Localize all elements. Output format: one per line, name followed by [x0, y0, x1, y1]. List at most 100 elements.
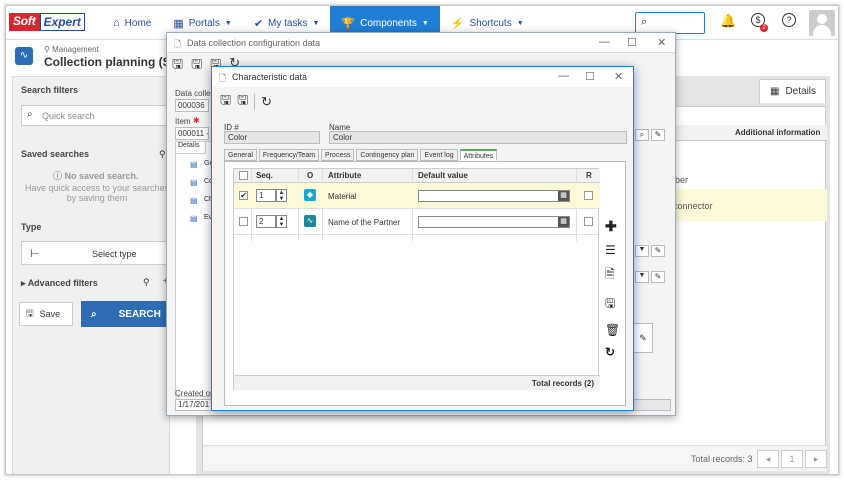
table-row[interactable]: 2 ▲ ▼ ∿ Name of the Partner ▦	[234, 209, 600, 235]
softexpert-logo[interactable]: Soft Expert	[9, 13, 85, 31]
item-field[interactable]: 000011 -	[175, 127, 209, 140]
toolbar-separator	[254, 94, 256, 110]
minimize-button[interactable]: —	[599, 36, 610, 48]
created-on-field[interactable]: 1/17/201	[175, 399, 215, 411]
seq-field[interactable]: 1	[256, 189, 276, 202]
search-button[interactable]: ⌕ SEARCH	[81, 301, 173, 327]
characteristic-data-dialog: 🗋 Characteristic data — ☐ ✕ 🖫 🖫 ↻ ID # C…	[211, 66, 634, 411]
tab-frequency-team[interactable]: Frequency/Team	[258, 149, 320, 161]
column-additional-info[interactable]: Additional information	[735, 128, 820, 137]
select-all-checkbox[interactable]	[239, 171, 248, 180]
broom-icon[interactable]: ⚲	[143, 277, 150, 288]
tab-event-log[interactable]: Event log	[420, 149, 458, 161]
tree-item-icon: ▤	[190, 196, 198, 205]
search-filters-panel: Search filters ⌕ Quick search Saved sear…	[12, 76, 173, 474]
calculator-icon[interactable]: ▦	[558, 217, 569, 227]
tab-process[interactable]: Process	[321, 149, 355, 161]
header-default-value[interactable]: Default value	[418, 171, 468, 180]
select-type-button[interactable]: ⊢ Select type	[21, 241, 169, 265]
tab-general[interactable]: General	[224, 149, 257, 161]
header-attribute[interactable]: Attribute	[328, 171, 361, 180]
clear-icon[interactable]: ✎	[651, 129, 665, 141]
header-r[interactable]: R	[586, 171, 592, 180]
page-title: Collection planning (SP0	[44, 55, 186, 69]
nav-home[interactable]: ⌂ Home	[102, 6, 162, 40]
close-button[interactable]: ✕	[657, 36, 666, 49]
dropdown-arrow-icon[interactable]: ▼	[635, 271, 649, 283]
home-icon: ⌂	[113, 17, 120, 29]
save-icon[interactable]: 🖫	[220, 91, 231, 113]
calculator-icon[interactable]: ▦	[558, 191, 569, 201]
save-new-icon[interactable]: 🖫	[172, 55, 183, 77]
row-checkbox[interactable]	[239, 217, 248, 226]
maximize-button[interactable]: ☐	[585, 70, 595, 83]
clear-icon[interactable]: ✎	[651, 245, 665, 257]
lookup-icon[interactable]: ⌕	[635, 129, 649, 141]
tab-contingency-plan[interactable]: Contingency plan	[356, 149, 419, 161]
logo-soft: Soft	[9, 13, 40, 31]
trophy-icon: 🏆	[341, 17, 356, 30]
row-checkbox-checked[interactable]: ✔	[239, 191, 248, 200]
next-page-button[interactable]: ▸	[805, 450, 827, 468]
table-footer: Total records: 3 ◂ 1 ▸	[203, 445, 827, 471]
breadcrumb[interactable]: ⚲ Management	[44, 45, 99, 54]
default-value-field[interactable]: ▦	[418, 216, 570, 228]
prev-page-button[interactable]: ◂	[757, 450, 779, 468]
delete-icon[interactable]: 🗑	[605, 323, 620, 337]
tab-attributes[interactable]: Attributes	[459, 149, 498, 161]
advanced-filters-toggle[interactable]: ▸ Advanced filters	[21, 278, 98, 289]
save-close-icon[interactable]: 🖫	[237, 91, 248, 113]
table-header: Additional information	[673, 125, 827, 141]
list-icon[interactable]: ☰	[605, 243, 620, 257]
broom-icon[interactable]: ⚲	[159, 149, 166, 160]
collection-label: Data collec	[175, 89, 215, 98]
add-icon[interactable]: ✚	[605, 218, 620, 235]
header-o[interactable]: O	[307, 171, 313, 180]
document-icon: 🗋	[174, 39, 182, 49]
seq-stepper[interactable]: ▲ ▼	[276, 215, 287, 228]
help-icon[interactable]: ?	[782, 13, 796, 27]
maximize-button[interactable]: ☐	[627, 36, 637, 49]
seq-stepper[interactable]: ▲ ▼	[276, 189, 287, 202]
attribute-type-icon: ∿	[304, 215, 316, 227]
global-search-input[interactable]: ⌕	[635, 12, 705, 34]
tab-details[interactable]: ▦ Details	[759, 79, 826, 103]
tree-item-icon: ▤	[190, 178, 198, 187]
header-seq[interactable]: Seq.	[256, 171, 273, 180]
tab-tree-details[interactable]: Details	[176, 142, 206, 154]
save-icon[interactable]: 🖫	[191, 55, 202, 77]
total-records: Total records (2)	[531, 379, 594, 388]
required-checkbox[interactable]	[584, 191, 593, 200]
seq-field[interactable]: 2	[256, 215, 276, 228]
save-icon[interactable]: 🖫	[605, 294, 620, 315]
clear-icon[interactable]: ✎	[651, 271, 665, 283]
close-button[interactable]: ✕	[614, 70, 623, 83]
bolt-icon: ⚡	[450, 17, 465, 30]
portals-icon: ▦	[173, 17, 184, 30]
breadcrumb-label: Management	[52, 45, 99, 54]
saved-searches-header: Saved searches	[21, 149, 90, 159]
nav-components-label: Components	[360, 17, 417, 29]
bell-icon[interactable]: 🔔	[720, 13, 736, 29]
document-settings-icon[interactable]: 🗎	[605, 265, 620, 286]
dropdown-arrow-icon[interactable]: ▼	[635, 245, 649, 257]
chevron-down-icon: ▼	[312, 19, 320, 27]
refresh-icon[interactable]: ↻	[261, 94, 272, 110]
chevron-down-icon: ▼	[224, 19, 232, 27]
quick-search-input[interactable]: ⌕ Quick search	[21, 105, 169, 126]
page-number[interactable]: 1	[781, 450, 803, 468]
details-tree: Details ▤ Ge ▤ Co ▤ Ch ▤ Ev	[175, 141, 215, 397]
avatar[interactable]	[809, 10, 835, 36]
total-records: Total records: 3	[691, 454, 753, 464]
collection-field[interactable]: 000036	[175, 99, 209, 112]
table-row[interactable]: ✔ 1 ▲ ▼ ◆ Material ▦	[234, 183, 600, 209]
required-icon: ✱	[193, 116, 200, 125]
refresh-icon[interactable]: ↻	[605, 345, 620, 359]
advanced-filters-label: Advanced filters	[27, 278, 98, 288]
default-value-field[interactable]: ▦	[418, 190, 570, 202]
id-field: Color	[224, 131, 320, 144]
minimize-button[interactable]: —	[558, 70, 569, 82]
clear-icon[interactable]: ✎	[633, 323, 653, 353]
required-checkbox[interactable]	[584, 217, 593, 226]
save-button[interactable]: 🖫 Save	[19, 302, 73, 326]
